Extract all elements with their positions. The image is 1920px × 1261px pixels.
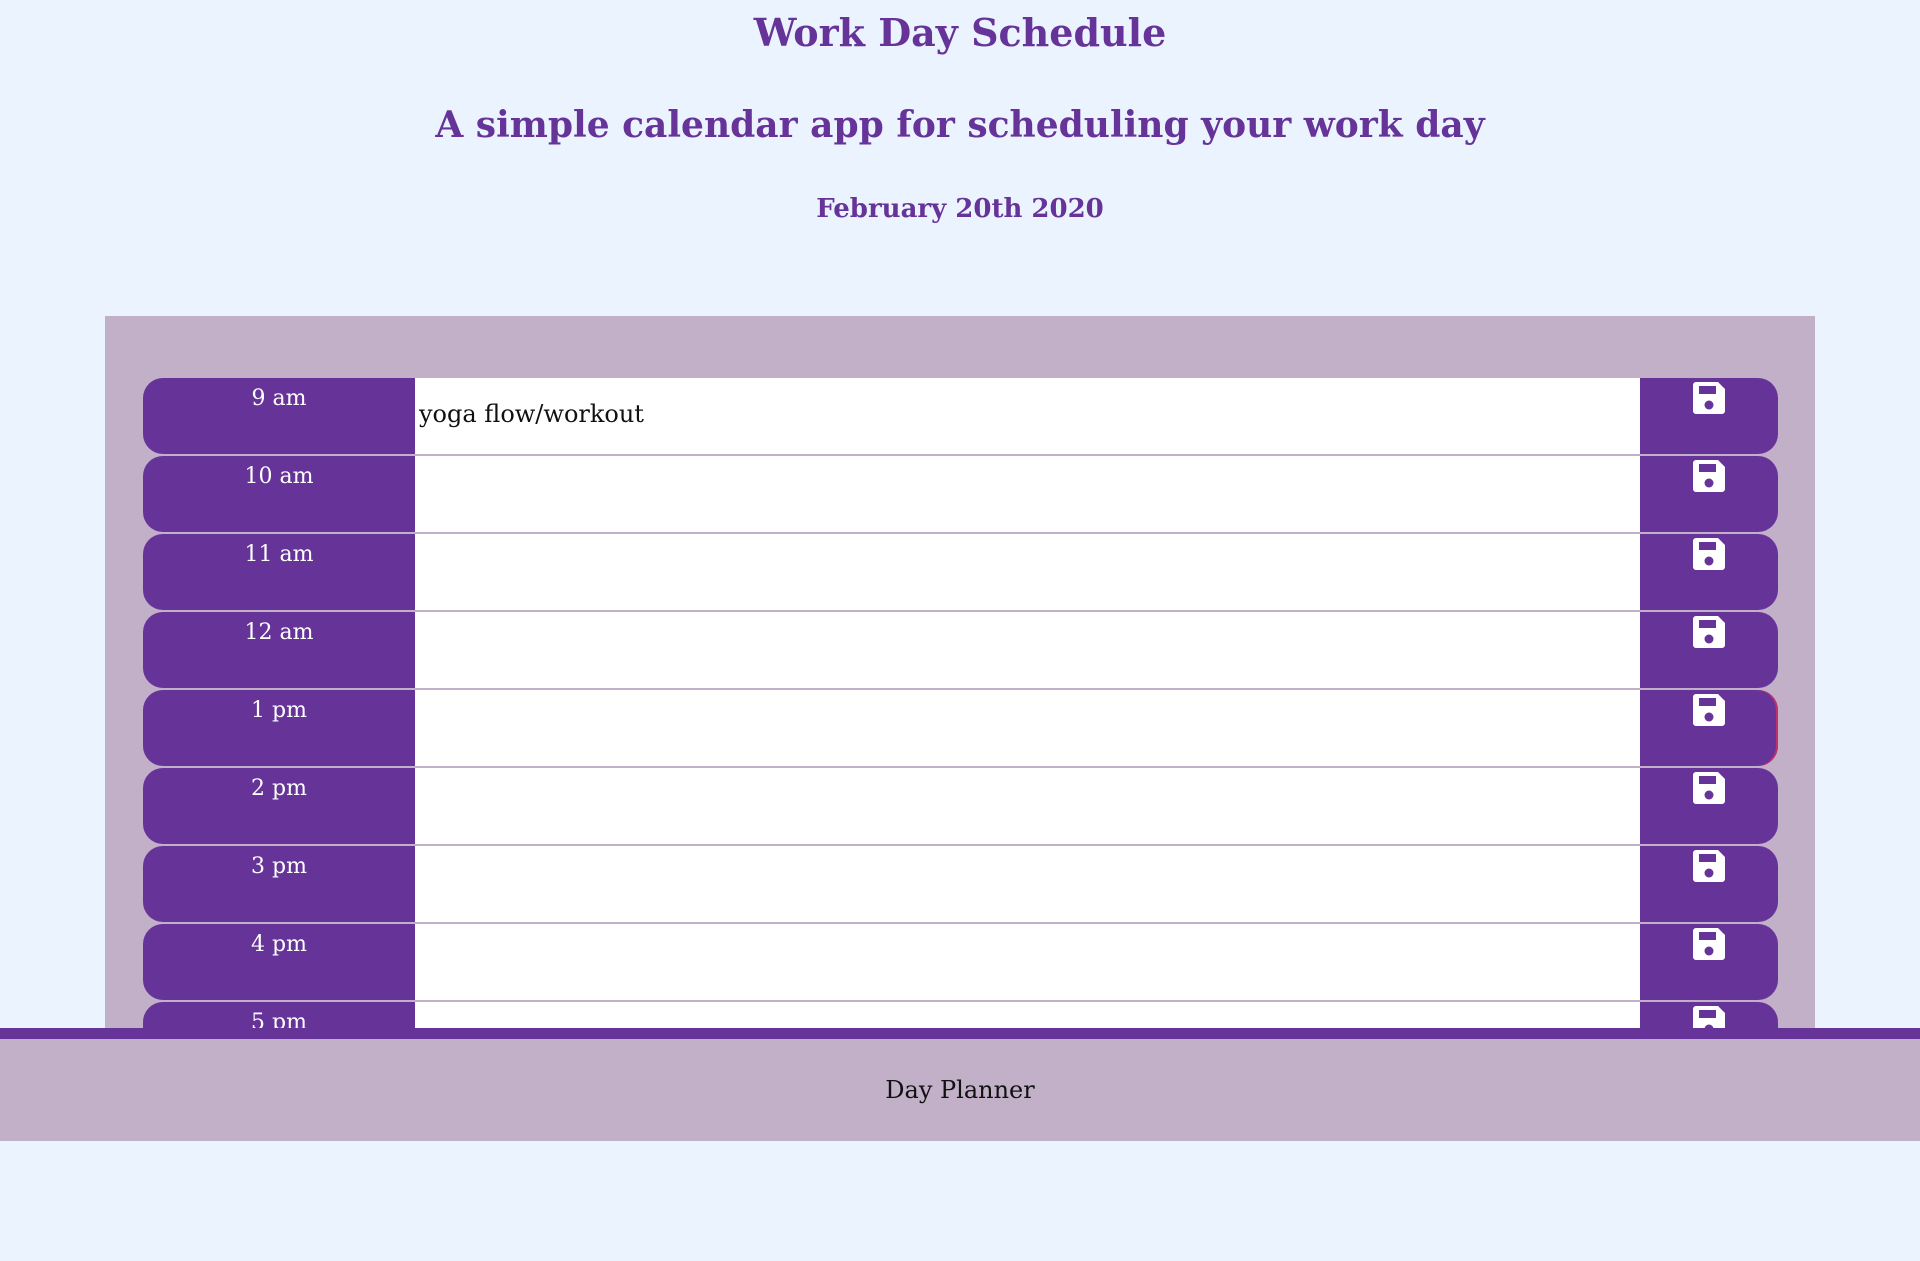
schedule-container[interactable]: 9 am yoga flow/workout 10 am 11 am 12 am… [105, 316, 1815, 1028]
event-description-input[interactable] [415, 1002, 1640, 1028]
save-button[interactable] [1640, 846, 1778, 922]
time-block-row: 3 pm [143, 846, 1778, 922]
footer: Day Planner [0, 1039, 1920, 1141]
event-description-input[interactable] [415, 612, 1640, 688]
time-block-row: 9 am yoga flow/workout [143, 378, 1778, 454]
hour-label: 5 pm [143, 1002, 415, 1028]
current-date: February 20th 2020 [816, 194, 1104, 224]
event-description-input[interactable]: yoga flow/workout [415, 378, 1640, 454]
hour-label: 12 am [143, 612, 415, 688]
event-description-input[interactable] [415, 456, 1640, 532]
save-button[interactable] [1640, 924, 1778, 1000]
hour-label: 1 pm [143, 690, 415, 766]
hour-label: 4 pm [143, 924, 415, 1000]
page-title: Work Day Schedule [753, 10, 1167, 55]
time-block-row: 11 am [143, 534, 1778, 610]
time-block-row: 1 pm [143, 690, 1778, 766]
hour-label: 10 am [143, 456, 415, 532]
page: Work Day Schedule A simple calendar app … [0, 0, 1920, 1261]
time-block-row: 5 pm [143, 1002, 1778, 1028]
save-button[interactable] [1640, 456, 1778, 532]
save-button[interactable] [1640, 378, 1778, 454]
save-button[interactable] [1640, 768, 1778, 844]
save-button[interactable] [1640, 534, 1778, 610]
hour-label: 9 am [143, 378, 415, 454]
page-subtitle: A simple calendar app for scheduling you… [435, 104, 1485, 146]
event-description-input[interactable] [415, 690, 1640, 766]
event-description-input[interactable] [415, 924, 1640, 1000]
event-description-input[interactable] [415, 768, 1640, 844]
hour-label: 11 am [143, 534, 415, 610]
time-block-row: 2 pm [143, 768, 1778, 844]
time-block-row: 12 am [143, 612, 1778, 688]
save-button[interactable] [1640, 1002, 1778, 1028]
footer-divider [0, 1028, 1920, 1039]
schedule-rows: 9 am yoga flow/workout 10 am 11 am 12 am… [143, 378, 1778, 1028]
hour-label: 3 pm [143, 846, 415, 922]
save-button[interactable] [1640, 612, 1778, 688]
time-block-row: 10 am [143, 456, 1778, 532]
hour-label: 2 pm [143, 768, 415, 844]
time-block-row: 4 pm [143, 924, 1778, 1000]
save-button[interactable] [1640, 690, 1778, 766]
event-description-input[interactable] [415, 846, 1640, 922]
event-description-input[interactable] [415, 534, 1640, 610]
